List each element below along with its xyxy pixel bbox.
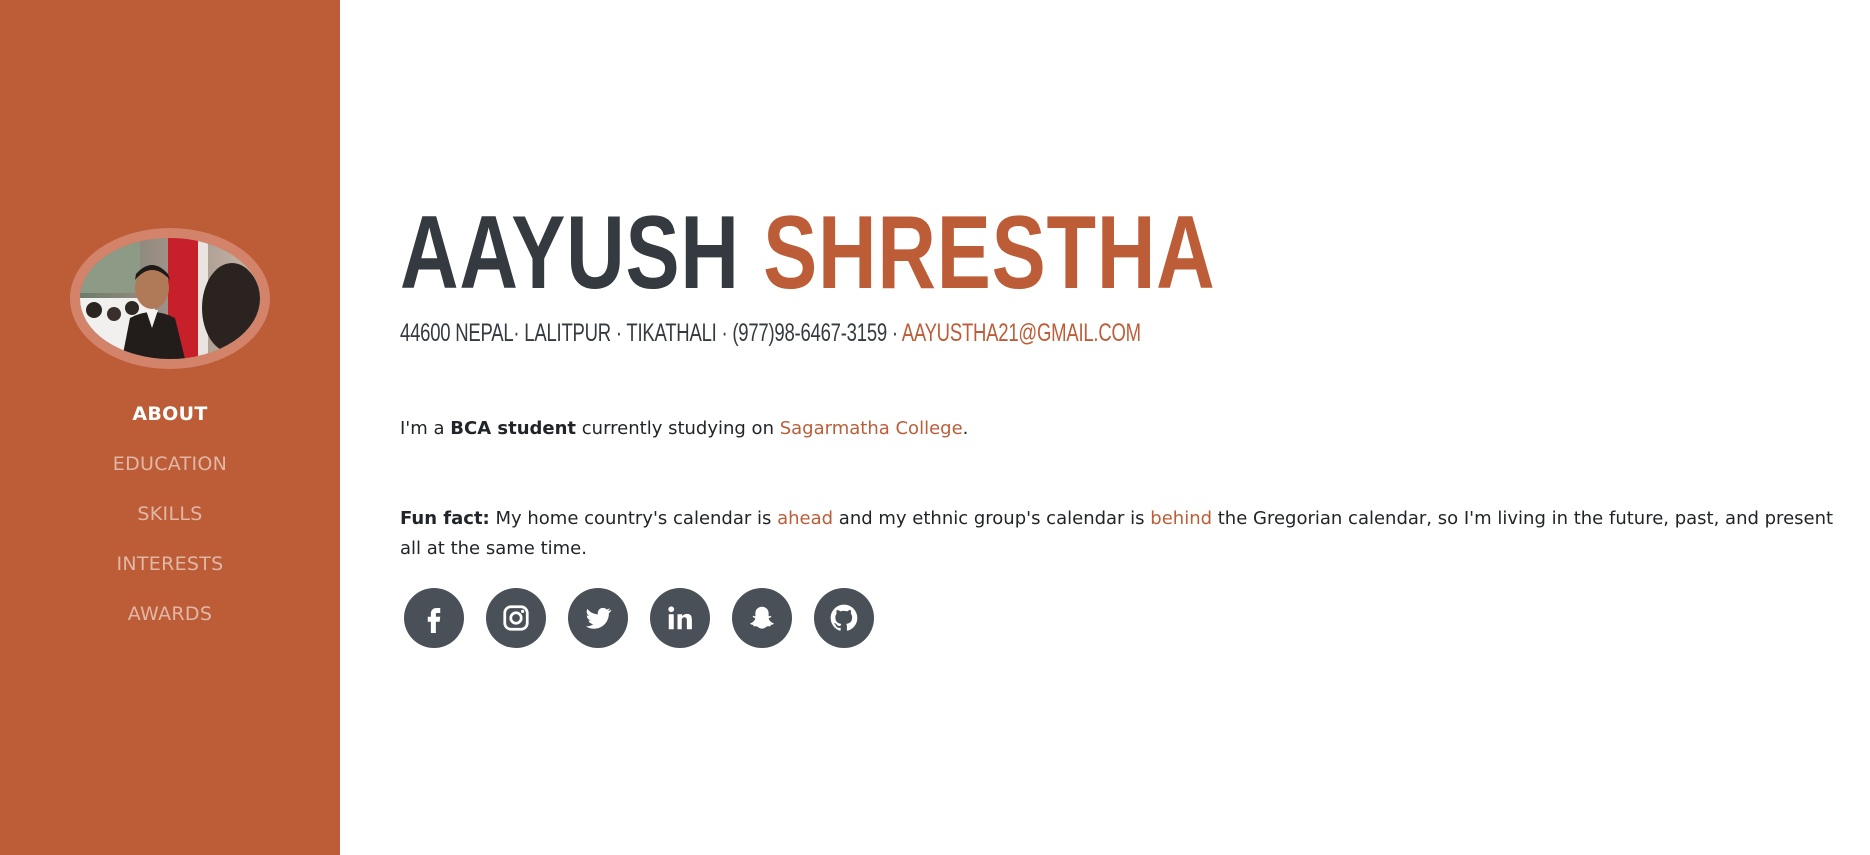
behind-link[interactable]: behind bbox=[1150, 508, 1212, 529]
avatar-photo bbox=[80, 238, 260, 359]
page: ABOUT EDUCATION SKILLS INTERESTS AWARDS … bbox=[0, 0, 1870, 855]
contact-line: 44600 NEPAL· LALITPUR · TIKATHALI · (977… bbox=[400, 317, 1141, 349]
page-title: AAYUSH SHRESTHA bbox=[400, 198, 1216, 308]
fun-fact-part2: and my ethnic group's calendar is bbox=[833, 508, 1151, 529]
address-text: 44600 NEPAL· LALITPUR · TIKATHALI · (977… bbox=[400, 319, 902, 347]
instagram-button[interactable] bbox=[486, 588, 546, 648]
nav-item-education: EDUCATION bbox=[0, 448, 340, 498]
intro-middle: currently studying on bbox=[576, 418, 780, 439]
linkedin-button[interactable] bbox=[650, 588, 710, 648]
twitter-icon bbox=[585, 607, 612, 629]
nav-item-interests: INTERESTS bbox=[0, 548, 340, 598]
twitter-button[interactable] bbox=[568, 588, 628, 648]
sidebar-nav: ABOUT EDUCATION SKILLS INTERESTS AWARDS bbox=[0, 398, 340, 648]
snapchat-button[interactable] bbox=[732, 588, 792, 648]
first-name: AAYUSH bbox=[400, 195, 740, 311]
facebook-button[interactable] bbox=[404, 588, 464, 648]
nav-item-skills: SKILLS bbox=[0, 498, 340, 548]
nav-link-about[interactable]: ABOUT bbox=[132, 398, 207, 430]
about-section: AAYUSH SHRESTHA 44600 NEPAL· LALITPUR · … bbox=[400, 0, 1840, 855]
instagram-icon bbox=[503, 605, 529, 631]
facebook-icon bbox=[427, 608, 441, 633]
fun-fact-label: Fun fact: bbox=[400, 508, 490, 529]
github-button[interactable] bbox=[814, 588, 874, 648]
sidebar: ABOUT EDUCATION SKILLS INTERESTS AWARDS bbox=[0, 0, 340, 855]
intro-suffix: . bbox=[962, 418, 969, 439]
nav-item-awards: AWARDS bbox=[0, 598, 340, 648]
fun-fact-part1: My home country's calendar is bbox=[489, 508, 778, 529]
intro-prefix: I'm a bbox=[400, 418, 451, 439]
nav-link-skills[interactable]: SKILLS bbox=[137, 498, 202, 530]
nav-item-about: ABOUT bbox=[0, 398, 340, 448]
nav-link-education[interactable]: EDUCATION bbox=[113, 448, 227, 480]
social-icons bbox=[404, 588, 874, 648]
nav-link-awards[interactable]: AWARDS bbox=[128, 598, 212, 630]
intro-text: I'm a BCA student currently studying on … bbox=[400, 414, 968, 444]
fun-fact-text: Fun fact: My home country's calendar is … bbox=[400, 504, 1840, 564]
email-link[interactable]: AAYUSTHA21@GMAIL.COM bbox=[902, 319, 1141, 347]
avatar bbox=[80, 238, 260, 359]
snapchat-icon bbox=[750, 606, 774, 629]
ahead-link[interactable]: ahead bbox=[777, 508, 833, 529]
last-name: SHRESTHA bbox=[763, 195, 1216, 311]
linkedin-icon bbox=[668, 606, 692, 630]
nav-link-interests[interactable]: INTERESTS bbox=[116, 548, 223, 580]
intro-bold: BCA student bbox=[450, 418, 577, 439]
avatar-ring bbox=[70, 228, 270, 369]
college-link[interactable]: Sagarmatha College bbox=[780, 418, 963, 439]
github-icon bbox=[830, 604, 858, 631]
